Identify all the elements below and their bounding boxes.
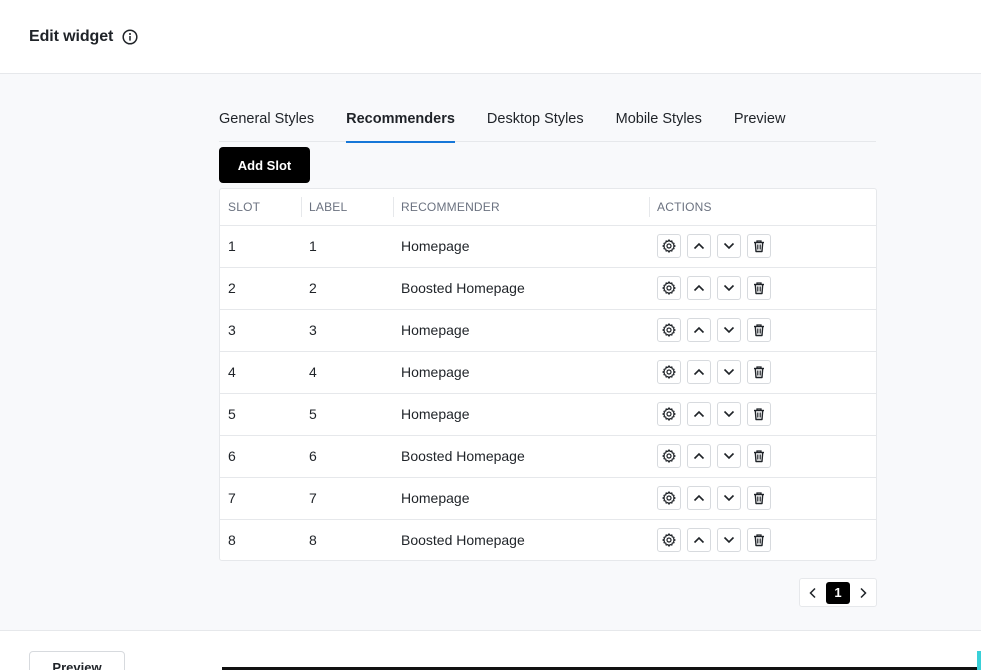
page-title: Edit widget: [29, 27, 114, 45]
tab-desktop-styles[interactable]: Desktop Styles: [487, 100, 584, 142]
gear-icon[interactable]: [657, 234, 681, 258]
gear-icon[interactable]: [657, 318, 681, 342]
chevron-up-icon[interactable]: [687, 402, 711, 426]
cell-slot: 7: [220, 477, 301, 520]
chevron-down-icon[interactable]: [717, 528, 741, 553]
cell-slot: 1: [220, 225, 301, 268]
chevron-up-icon[interactable]: [687, 276, 711, 300]
chevron-down-icon[interactable]: [717, 360, 741, 384]
trash-icon[interactable]: [747, 402, 771, 426]
trash-icon[interactable]: [747, 444, 771, 468]
cell-recommender: Homepage: [393, 477, 649, 520]
chevron-down-icon[interactable]: [717, 486, 741, 510]
cell-actions: [649, 267, 876, 310]
header: Edit widget: [0, 0, 981, 74]
chevron-right-icon[interactable]: [856, 586, 870, 600]
cell-label: 6: [301, 435, 393, 478]
chevron-down-icon[interactable]: [717, 276, 741, 300]
trash-icon[interactable]: [747, 528, 771, 553]
page-number-current[interactable]: 1: [826, 581, 850, 604]
chevron-down-icon[interactable]: [717, 234, 741, 258]
footer-bar: [0, 630, 981, 670]
table-header-row: SLOT LABEL RECOMMENDER ACTIONS: [220, 189, 876, 226]
cell-actions: [649, 393, 876, 436]
cell-slot: 6: [220, 435, 301, 478]
trash-icon[interactable]: [747, 234, 771, 258]
chevron-up-icon[interactable]: [687, 234, 711, 258]
slots-table: SLOT LABEL RECOMMENDER ACTIONS 1 1 Homepag…: [219, 188, 877, 561]
cell-actions: [649, 309, 876, 352]
cell-actions: [649, 351, 876, 394]
table-row: 1 1 Homepage: [220, 225, 876, 268]
cell-label: 2: [301, 267, 393, 310]
cell-recommender: Homepage: [393, 309, 649, 352]
table-row: 2 2 Boosted Homepage: [220, 267, 876, 310]
table-row: 3 3 Homepage: [220, 309, 876, 352]
trash-icon[interactable]: [747, 486, 771, 510]
column-header-recommender: RECOMMENDER: [393, 189, 649, 226]
gear-icon[interactable]: [657, 402, 681, 426]
chevron-up-icon[interactable]: [687, 318, 711, 342]
chevron-up-icon[interactable]: [687, 486, 711, 510]
chevron-down-icon[interactable]: [717, 444, 741, 468]
tab-general-styles[interactable]: General Styles: [219, 100, 314, 142]
info-circle-icon[interactable]: [122, 28, 138, 45]
cell-slot: 3: [220, 309, 301, 352]
add-slot-button[interactable]: Add Slot: [219, 147, 310, 183]
chevron-up-icon[interactable]: [687, 528, 711, 553]
gear-icon[interactable]: [657, 444, 681, 468]
cell-label: 4: [301, 351, 393, 394]
column-header-label: LABEL: [301, 189, 393, 226]
chevron-left-icon[interactable]: [806, 586, 820, 600]
trash-icon[interactable]: [747, 360, 771, 384]
cell-recommender: Homepage: [393, 393, 649, 436]
gear-icon[interactable]: [657, 486, 681, 510]
gear-icon[interactable]: [657, 360, 681, 384]
gear-icon[interactable]: [657, 276, 681, 300]
footer-accent-bar: [977, 651, 981, 670]
cell-recommender: Homepage: [393, 225, 649, 268]
cell-actions: [649, 225, 876, 268]
table-row: 7 7 Homepage: [220, 477, 876, 520]
tab-recommenders[interactable]: Recommenders: [346, 100, 455, 143]
column-header-slot: SLOT: [220, 189, 301, 226]
cell-slot: 5: [220, 393, 301, 436]
trash-icon[interactable]: [747, 318, 771, 342]
chevron-up-icon[interactable]: [687, 444, 711, 468]
cell-label: 3: [301, 309, 393, 352]
column-header-actions: ACTIONS: [649, 189, 876, 226]
gear-icon[interactable]: [657, 528, 681, 553]
table-row: 4 4 Homepage: [220, 351, 876, 394]
tab-mobile-styles[interactable]: Mobile Styles: [616, 100, 702, 142]
cell-label: 7: [301, 477, 393, 520]
table-row: 8 8 Boosted Homepage: [220, 519, 876, 561]
cell-label: 1: [301, 225, 393, 268]
cell-recommender: Boosted Homepage: [401, 532, 525, 549]
cell-actions: [649, 477, 876, 520]
cell-slot: 2: [220, 267, 301, 310]
tab-preview[interactable]: Preview: [734, 100, 786, 142]
chevron-down-icon[interactable]: [717, 402, 741, 426]
cell-recommender: Boosted Homepage: [393, 435, 649, 478]
table-row: 5 5 Homepage: [220, 393, 876, 436]
cell-actions: [649, 435, 876, 478]
cell-label: 8: [309, 532, 317, 549]
cell-recommender: Homepage: [393, 351, 649, 394]
tab-bar: General Styles Recommenders Desktop Styles…: [219, 100, 876, 143]
cell-slot: 8: [228, 532, 236, 549]
pagination: 1: [799, 578, 877, 607]
cell-actions: [649, 519, 876, 561]
table-row: 6 6 Boosted Homepage: [220, 435, 876, 478]
cell-slot: 4: [220, 351, 301, 394]
cell-label: 5: [301, 393, 393, 436]
chevron-down-icon[interactable]: [717, 318, 741, 342]
cell-recommender: Boosted Homepage: [393, 267, 649, 310]
preview-button[interactable]: Preview: [29, 651, 125, 670]
chevron-up-icon[interactable]: [687, 360, 711, 384]
trash-icon[interactable]: [747, 276, 771, 300]
